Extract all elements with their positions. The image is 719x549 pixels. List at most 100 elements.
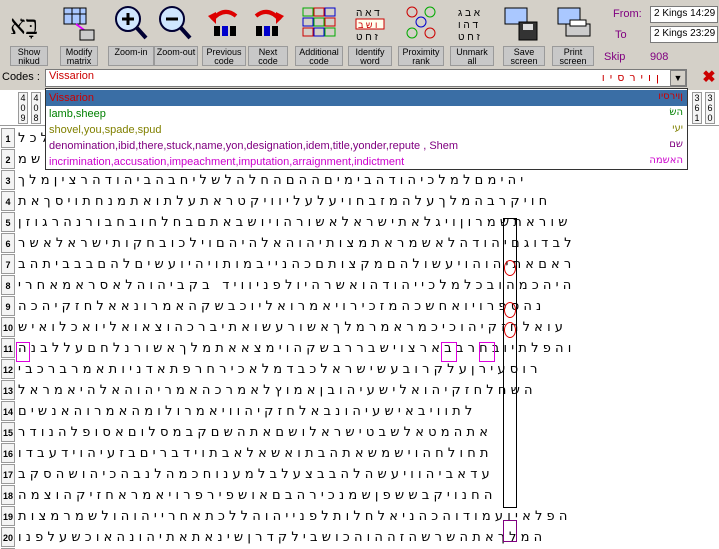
row-number: 7 [1, 254, 15, 274]
previous-code-icon[interactable] [206, 4, 242, 42]
zoom-in-button[interactable]: Zoom-in [108, 46, 154, 66]
identify-word-button[interactable]: Identify word [348, 46, 392, 66]
matrix-row[interactable]: לתוויבאישעיהונבאלחזקיהוויאמרולומהאמרוהאנ… [18, 401, 718, 422]
svg-text:בָּא: בָּא [10, 11, 38, 41]
additional-code-button[interactable]: Additional code [295, 46, 343, 66]
row-number: 11 [1, 338, 15, 358]
codes-value: Vissarion [49, 70, 95, 82]
matrix-row[interactable]: הפלאיועמודוהכהניאלחלותלפנייהוהללכתאחרייה… [18, 506, 718, 527]
row-number: 2 [1, 149, 15, 169]
row-number: 8 [1, 275, 15, 295]
dropdown-option[interactable]: shovel,you,spade,spud יעי [46, 122, 687, 138]
row-number: 5 [1, 212, 15, 232]
col-header-cell: 4 0 9 [18, 92, 28, 124]
col-header-cell: 3 6 1 [692, 92, 702, 124]
proximity-rank-button[interactable]: Proximity rank [398, 46, 444, 66]
row-number: 18 [1, 485, 15, 505]
svg-text:ו ש ב: ו ש ב [358, 20, 377, 30]
svg-text:ז ח ט: ז ח ט [458, 32, 481, 42]
row-number: 4 [1, 191, 15, 211]
previous-code-button[interactable]: Previous code [202, 46, 246, 66]
codes-combobox[interactable]: Vissarion ןוירסיו [45, 69, 687, 87]
dropdown-option[interactable]: lamb,sheep השׂ [46, 106, 687, 122]
codes-dropdown-list[interactable]: Vissarion ןוירסיו lamb,sheep השׂ shovel,… [45, 88, 688, 170]
code-letter-circle [504, 322, 516, 338]
nikud-icon[interactable]: בָּא [6, 4, 42, 42]
chevron-down-icon[interactable]: ▼ [670, 70, 686, 86]
option-letters: שם [669, 139, 683, 150]
option-letters: ןוירסיו [658, 91, 683, 102]
matrix-row[interactable]: אתהמטאלשבטישראלושםאתהשםקבמסלוםאסופלהנודר [18, 422, 718, 443]
proximity-rank-icon[interactable] [403, 4, 439, 42]
matrix-row[interactable]: עואלחזקיהוכיכמראמרמלךאשורעשואתיברכהוצאוא… [18, 317, 718, 338]
matrix-row[interactable]: נהספרויואחשכהמזכירויאמרואליוכבשקהאמרונאא… [18, 296, 718, 317]
close-icon[interactable]: ✖ [700, 69, 718, 87]
svg-text:א ב ג: א ב ג [458, 8, 481, 19]
matrix-row[interactable]: תחולחהוישמשאתהבתואשאלאבתוידבריםבזעיהוידע… [18, 443, 718, 464]
option-letters: יעי [672, 123, 683, 134]
svg-text:ד א ה: ד א ה [356, 8, 380, 19]
matrix-row[interactable]: השחלחזקיהואלישעיהובןאמוץלאמרכהאמריהוהאלה… [18, 380, 718, 401]
to-label: To [615, 29, 627, 41]
col-header-cell: 3 6 0 [705, 92, 715, 124]
app-window: בָּא ד א הו ש בז ח ט א ב גד ה וז ח ט Sho… [0, 0, 719, 549]
matrix-row[interactable]: היהכמהובכלמלכייהודהואשרהיולפניוויד בקביה… [18, 275, 718, 296]
print-screen-icon[interactable] [556, 4, 592, 42]
print-screen-button[interactable]: Print screen [552, 46, 594, 66]
show-nikud-button[interactable]: Show nikud [10, 46, 48, 66]
row-number: 14 [1, 401, 15, 421]
dropdown-option[interactable]: Vissarion ןוירסיו [46, 90, 687, 106]
col-header-cell: 4 0 8 [31, 92, 41, 124]
matrix-row[interactable]: והפלתיובחרבבארצוישבררבשקהוימצאאתמלךאשורנ… [18, 338, 718, 359]
matrix-row[interactable]: יהימםלמלכיהודהבימיםההםהחלהלשליחבהביהודהר… [18, 170, 718, 191]
row-number: 1 [1, 128, 15, 148]
skip-label: Skip [604, 51, 626, 63]
matrix-row[interactable]: חויקרבהמלךעלהמזבחויעלעליוויקטראתעלתואתמנ… [18, 191, 718, 212]
row-number: 10 [1, 317, 15, 337]
matrix-row[interactable]: החנויקבששפןשמנכירהבםאושפירפרויאמראחזיקהו… [18, 485, 718, 506]
dropdown-option[interactable]: incrimination,accusation,impeachment,imp… [46, 154, 687, 170]
row-number: 12 [1, 359, 15, 379]
option-text: incrimination,accusation,impeachment,imp… [49, 156, 405, 168]
matrix-row[interactable]: רוסעירןעלקרובעשישראלכבדמלאכירחרפתאדניותא… [18, 359, 718, 380]
next-code-icon[interactable] [250, 4, 286, 42]
option-text: shovel,you,spade,spud [49, 124, 162, 136]
row-number: 16 [1, 443, 15, 463]
row-number: 19 [1, 506, 15, 526]
code-letter-circle [504, 302, 516, 318]
option-letters: האשמה [649, 155, 683, 166]
from-field[interactable]: 2 Kings 14:29 [650, 6, 718, 23]
from-label: From: [613, 8, 642, 20]
codes-label: Codes : [2, 71, 40, 83]
dropdown-option[interactable]: denomination,ibid,there,stuck,name,yon,d… [46, 138, 687, 154]
option-letters: השׂ [669, 107, 683, 118]
codes-value-letters: ןוירסיו [601, 71, 664, 84]
zoom-out-button[interactable]: Zoom-out [154, 46, 198, 66]
next-code-button[interactable]: Next code [248, 46, 288, 66]
modify-matrix-button[interactable]: Modify matrix [60, 46, 98, 66]
unmark-all-icon[interactable]: א ב גד ה וז ח ט [454, 4, 490, 43]
zoom-in-icon[interactable] [113, 4, 149, 42]
codes-row: Codes : Vissarion ןוירסיו ▼ ✖ [0, 68, 719, 88]
toolbar: בָּא ד א הו ש בז ח ט א ב גד ה וז ח ט Sho… [0, 0, 719, 68]
save-screen-button[interactable]: Save screen [503, 46, 545, 66]
matrix-row[interactable]: ראםאתיהוהויעשולהםמקצותםכהנייבמותויהיועשי… [18, 254, 718, 275]
to-field[interactable]: 2 Kings 23:29 [650, 26, 718, 43]
term-highlight-box [16, 342, 30, 362]
matrix-row[interactable]: שוראתשמרוןויגלאתישראלאשורהויושבאתםבחלחוב… [18, 212, 718, 233]
additional-code-icon[interactable] [301, 4, 337, 42]
option-text: denomination,ibid,there,stuck,name,yon,d… [49, 140, 459, 152]
save-screen-icon[interactable] [503, 4, 539, 42]
option-text: Vissarion [49, 92, 95, 104]
zoom-out-icon[interactable] [157, 4, 193, 42]
row-number: 13 [1, 380, 15, 400]
matrix-row[interactable]: לבדוגםיהודהלאשמראתמצותיהוהאלהיהםוילכובחק… [18, 233, 718, 254]
code-letter-circle [504, 260, 516, 276]
skip-value: 908 [650, 51, 669, 63]
matrix-row[interactable]: המלךאתהשרשהזההוהכושבילקדרןשינאתאתיהונהאו… [18, 527, 718, 548]
identify-word-icon[interactable]: ד א הו ש ב ז ח ט [352, 4, 388, 43]
row-number: 17 [1, 464, 15, 484]
unmark-all-button[interactable]: Unmark all [450, 46, 494, 66]
matrix-icon[interactable] [62, 4, 98, 42]
matrix-row[interactable]: עדאביהוויעשהלהבבצעלבלמענוחכמהלנבהכיהושהס… [18, 464, 718, 485]
